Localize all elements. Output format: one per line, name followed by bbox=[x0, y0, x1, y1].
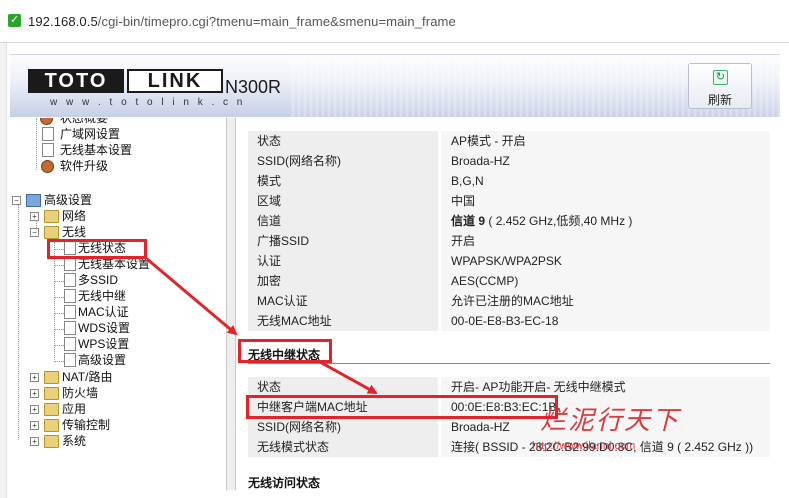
tree-item-advanced[interactable]: − 高级设置 bbox=[12, 192, 212, 208]
totolink-logo: TOTO LINK bbox=[28, 69, 223, 93]
page-icon bbox=[64, 289, 76, 303]
watermark-url: http://www.ilanni.com bbox=[532, 440, 636, 452]
folder-icon bbox=[44, 419, 59, 432]
tree-item-network[interactable]: + 网络 bbox=[30, 208, 210, 224]
info-row: 状态 AP模式 - 开启 bbox=[248, 131, 770, 152]
page-icon bbox=[64, 353, 76, 367]
tree-item-multi-ssid[interactable]: 多SSID bbox=[64, 272, 214, 288]
info-row: 无线模式状态 连接( BSSID - 28:2C:B2:99:D0:8C, 信道 … bbox=[248, 437, 770, 458]
site-url: w w w . t o t o l i n k . c n bbox=[50, 97, 246, 108]
status-icon bbox=[40, 118, 53, 125]
window-edge bbox=[0, 0, 7, 498]
info-row: 广播SSID 开启 bbox=[248, 231, 770, 252]
tree-item-status[interactable]: 状态概要 bbox=[40, 118, 200, 126]
page-icon bbox=[64, 273, 76, 287]
expand-icon[interactable]: + bbox=[30, 389, 39, 398]
folder-icon bbox=[44, 387, 59, 400]
page-icon bbox=[64, 337, 76, 351]
collapse-icon[interactable]: − bbox=[30, 228, 39, 237]
secure-check-icon: ✓ bbox=[8, 14, 21, 27]
folder-icon bbox=[44, 371, 59, 384]
expand-icon[interactable]: + bbox=[30, 405, 39, 414]
expand-icon[interactable]: + bbox=[30, 212, 39, 221]
url-text[interactable]: 192.168.0.5/cgi-bin/timepro.cgi?tmenu=ma… bbox=[28, 14, 456, 29]
expand-icon[interactable]: + bbox=[30, 421, 39, 430]
repeater-section-title: 无线中继状态 bbox=[248, 348, 321, 362]
tree-item-wps[interactable]: WPS设置 bbox=[64, 336, 214, 352]
info-row-channel: 信道 信道 9 ( 2.452 GHz,低频,40 MHz ) bbox=[248, 211, 770, 232]
page-icon bbox=[42, 143, 54, 157]
info-row: 模式 B,G,N bbox=[248, 171, 770, 192]
page-icon bbox=[64, 321, 76, 335]
page-icon bbox=[42, 127, 54, 141]
info-row: SSID(网络名称) Broada-HZ bbox=[248, 151, 770, 172]
refresh-button[interactable]: ↻ 刷新 bbox=[688, 63, 752, 109]
tree-item-mac-auth[interactable]: MAC认证 bbox=[64, 304, 214, 320]
tree-item-wireless[interactable]: − 无线 bbox=[30, 224, 210, 240]
address-bar[interactable]: ✓ 192.168.0.5/cgi-bin/timepro.cgi?tmenu=… bbox=[0, 0, 789, 43]
tree-item-wireless-basic-sub[interactable]: 无线基本设置 bbox=[64, 256, 214, 272]
refresh-icon: ↻ bbox=[713, 70, 728, 85]
tree-item-adv[interactable]: 高级设置 bbox=[64, 352, 214, 368]
tree-item-firewall[interactable]: + 防火墙 bbox=[30, 385, 210, 401]
tree-item-wireless-basic[interactable]: 无线基本设置 bbox=[40, 142, 200, 158]
folder-icon bbox=[44, 210, 59, 223]
frame-divider[interactable] bbox=[226, 118, 236, 490]
model-name: N300R bbox=[225, 77, 282, 97]
info-row-relay-mac: 中继客户端MAC地址 00:0E:E8:B3:EC:1B bbox=[248, 397, 770, 418]
tree-item-wan[interactable]: 广域网设置 bbox=[40, 126, 200, 142]
info-row: 状态 开启- AP功能开启- 无线中继模式 bbox=[248, 377, 770, 398]
page-icon bbox=[64, 305, 76, 319]
section-divider bbox=[248, 363, 770, 364]
main-content: 状态 AP模式 - 开启 SSID(网络名称) Broada-HZ 模式 B,G,N … bbox=[236, 118, 780, 490]
page-icon bbox=[64, 257, 76, 271]
folder-open-icon bbox=[44, 226, 59, 239]
folder-icon bbox=[44, 435, 59, 448]
info-row: 无线MAC地址 00-0E-E8-B3-EC-18 bbox=[248, 311, 770, 332]
info-row: 加密 AES(CCMP) bbox=[248, 271, 770, 292]
expand-icon[interactable]: + bbox=[30, 373, 39, 382]
firmware-icon bbox=[41, 160, 54, 173]
page-icon bbox=[64, 241, 76, 255]
tree-item-system[interactable]: + 系统 bbox=[30, 433, 210, 449]
tree-item-nat[interactable]: + NAT/路由 bbox=[30, 369, 210, 385]
next-section-title: 无线访问状态 bbox=[248, 476, 321, 490]
nav-tree: 状态概要 广域网设置 无线基本设置 软件升级 − 高级设置 + 网络 − 无线 … bbox=[10, 118, 224, 490]
advanced-folder-icon bbox=[26, 194, 41, 207]
tree-item-wds[interactable]: WDS设置 bbox=[64, 320, 214, 336]
tree-item-repeater[interactable]: 无线中继 bbox=[64, 288, 214, 304]
collapse-icon[interactable]: − bbox=[12, 196, 21, 205]
info-row: 区域 中国 bbox=[248, 191, 770, 212]
watermark-logo: 烂泥行天下 bbox=[540, 406, 681, 436]
router-header: TOTO LINK w w w . t o t o l i n k . c n … bbox=[10, 54, 780, 117]
expand-icon[interactable]: + bbox=[30, 437, 39, 446]
info-row: MAC认证 允许已注册的MAC地址 bbox=[248, 291, 770, 312]
info-row: SSID(网络名称) Broada-HZ bbox=[248, 417, 770, 438]
tree-item-traffic[interactable]: + 传输控制 bbox=[30, 417, 210, 433]
tree-item-apps[interactable]: + 应用 bbox=[30, 401, 210, 417]
folder-icon bbox=[44, 403, 59, 416]
tree-item-firmware[interactable]: 软件升级 bbox=[40, 158, 200, 174]
tree-item-wireless-status[interactable]: 无线状态 bbox=[64, 240, 214, 256]
info-row: 认证 WPAPSK/WPA2PSK bbox=[248, 251, 770, 272]
